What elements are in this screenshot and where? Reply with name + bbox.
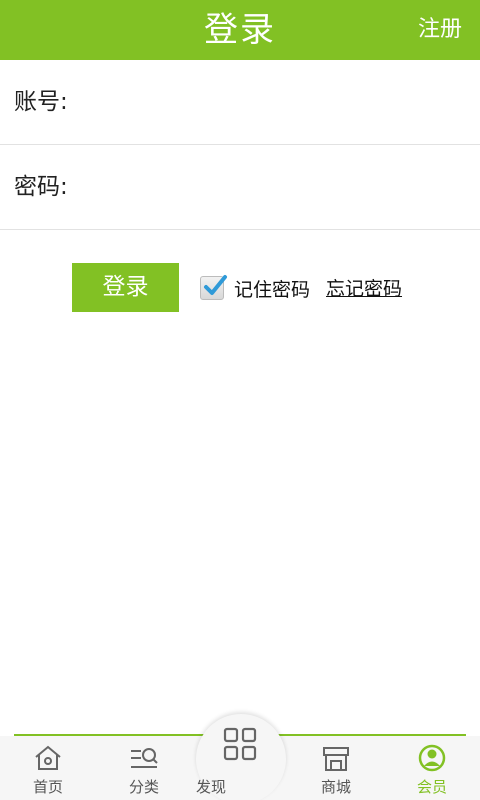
- remember-password: 记住密码: [200, 270, 310, 306]
- nav-store-label: 商城: [320, 778, 351, 796]
- nav-category[interactable]: 分类: [96, 736, 192, 800]
- account-row: 账号:: [0, 60, 480, 145]
- password-label: 密码:: [14, 174, 68, 200]
- app-header: 登录 注册: [0, 0, 480, 60]
- store-icon: [323, 747, 349, 771]
- nav-home[interactable]: 首页: [0, 736, 96, 800]
- remember-checkbox[interactable]: [200, 275, 227, 300]
- account-label: 账号:: [14, 89, 68, 115]
- forgot-password-link[interactable]: 忘记密码: [326, 272, 402, 306]
- category-search-icon: [131, 748, 158, 768]
- grid-icon: [223, 727, 257, 761]
- nav-category-label: 分类: [128, 778, 159, 796]
- register-link[interactable]: 注册: [418, 0, 462, 60]
- user-icon: [418, 744, 446, 772]
- nav-member[interactable]: 会员: [384, 736, 480, 800]
- remember-label: 记住密码: [234, 278, 311, 301]
- nav-discover-label: 发现: [196, 778, 227, 796]
- nav-store[interactable]: 商城: [288, 736, 384, 800]
- password-input[interactable]: [80, 165, 470, 210]
- home-icon: [35, 745, 61, 770]
- page-title: 登录: [204, 10, 276, 50]
- nav-discover[interactable]: 发现: [196, 714, 286, 800]
- login-button[interactable]: 登录: [72, 263, 179, 312]
- checkmark-icon: [204, 275, 227, 295]
- nav-home-label: 首页: [32, 778, 63, 796]
- nav-member-label: 会员: [416, 778, 447, 796]
- account-input[interactable]: [80, 80, 470, 125]
- password-row: 密码:: [0, 145, 480, 230]
